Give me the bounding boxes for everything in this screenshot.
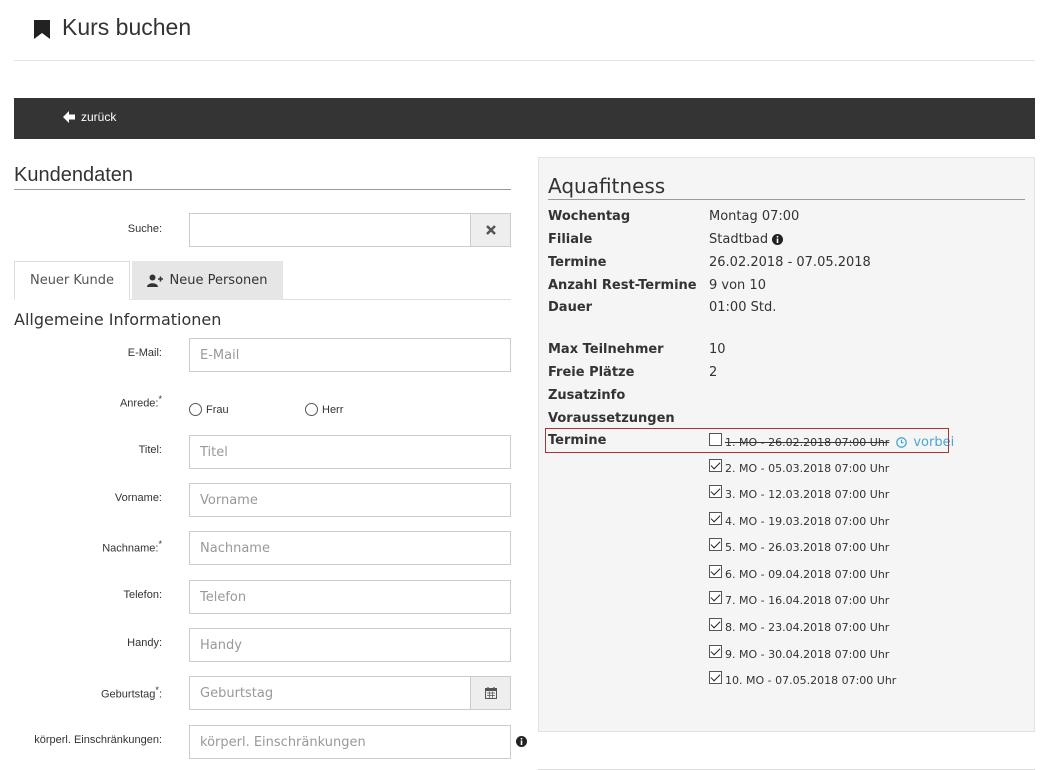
back-button-label: zurück [81, 110, 117, 124]
page-title: Kurs buchen [62, 14, 192, 40]
termin-text: 7. MO - 16.04.2018 07:00 Uhr [725, 594, 890, 607]
anrede-label: Anrede:* [119, 394, 162, 410]
termin-text: 10. MO - 07.05.2018 07:00 Uhr [725, 674, 897, 687]
termin-checkbox[interactable] [709, 645, 722, 658]
clear-search-button[interactable] [470, 213, 511, 247]
termin-checkbox[interactable] [709, 591, 722, 604]
termin-checkbox[interactable] [709, 565, 722, 578]
detail-value-wochentag: Montag 07:00 [709, 209, 800, 224]
termin-text: 3. MO - 12.03.2018 07:00 Uhr [725, 488, 890, 501]
info-circle-icon[interactable] [516, 736, 527, 747]
email-label: E-Mail: [127, 347, 162, 359]
einschraenkungen-field[interactable] [189, 725, 511, 759]
tab-neuer-kunde-label: Neuer Kunde [29, 273, 115, 288]
times-icon [485, 225, 496, 235]
filiale-name: Stadtbad [709, 232, 769, 247]
termin-item[interactable]: 6. MO - 09.04.2018 07:00 Uhr [709, 565, 890, 581]
detail-label-filiale: Filiale [548, 232, 593, 247]
tab-neue-personen-label: Neue Personen [169, 273, 268, 288]
telefon-label: Telefon: [123, 589, 162, 601]
termin-item[interactable]: 5. MO - 26.03.2018 07:00 Uhr [709, 538, 890, 554]
detail-label-rest-termine: Anzahl Rest-Termine [548, 278, 697, 293]
course-title: Aquafitness [548, 174, 1025, 200]
calendar-icon [484, 687, 497, 699]
termin-item[interactable]: 8. MO - 23.04.2018 07:00 Uhr [709, 618, 890, 634]
termin-item[interactable]: 3. MO - 12.03.2018 07:00 Uhr [709, 485, 890, 501]
nachname-label: Nachname:* [102, 539, 162, 555]
tab-neuer-kunde[interactable]: Neuer Kunde [14, 261, 130, 300]
past-termin-highlight [545, 428, 949, 453]
termin-text: 2. MO - 05.03.2018 07:00 Uhr [725, 462, 890, 475]
detail-label-dauer: Dauer [548, 300, 593, 315]
detail-label-wochentag: Wochentag [548, 209, 631, 224]
search-input[interactable] [189, 213, 471, 247]
calendar-button[interactable] [470, 676, 511, 710]
detail-label-freie-plaetze: Freie Plätze [548, 365, 635, 380]
radio-herr[interactable]: Herr [305, 403, 343, 416]
tab-neue-personen[interactable]: Neue Personen [132, 261, 283, 300]
detail-value-dauer: 01:00 Std. [709, 300, 777, 315]
nachname-field[interactable] [189, 531, 511, 565]
radio-herr-circle[interactable] [305, 403, 318, 416]
titel-label: Titel: [138, 444, 162, 456]
handy-field[interactable] [189, 628, 511, 662]
titel-field[interactable] [189, 435, 511, 469]
termin-checkbox[interactable] [709, 512, 722, 525]
termin-text: 5. MO - 26.03.2018 07:00 Uhr [725, 541, 890, 554]
arrow-left-icon [63, 111, 75, 123]
detail-value-freie-plaetze: 2 [709, 365, 718, 380]
vorname-label: Vorname: [114, 492, 162, 504]
termin-text: 8. MO - 23.04.2018 07:00 Uhr [725, 621, 890, 634]
email-field[interactable] [189, 338, 511, 372]
vorname-field[interactable] [189, 483, 511, 517]
termin-text: 4. MO - 19.03.2018 07:00 Uhr [725, 515, 890, 528]
detail-value-rest-termine: 9 von 10 [709, 278, 766, 293]
handy-label: Handy: [127, 637, 162, 649]
radio-frau-circle[interactable] [189, 403, 202, 416]
termin-item[interactable]: 4. MO - 19.03.2018 07:00 Uhr [709, 512, 890, 528]
info-circle-icon[interactable] [772, 234, 784, 245]
detail-label-max-teilnehmer: Max Teilnehmer [548, 342, 664, 357]
toolbar: zurück [14, 98, 1035, 139]
termin-item[interactable]: 10. MO - 07.05.2018 07:00 Uhr [709, 671, 897, 687]
radio-herr-label: Herr [322, 403, 344, 416]
detail-label-voraussetzungen: Voraussetzungen [548, 411, 675, 426]
geburtstag-field[interactable] [189, 676, 471, 710]
termin-item[interactable]: 2. MO - 05.03.2018 07:00 Uhr [709, 459, 890, 475]
termin-checkbox[interactable] [709, 459, 722, 472]
customer-tabs: Neuer Kunde Neue Personen [14, 261, 511, 300]
termin-item[interactable]: 9. MO - 30.04.2018 07:00 Uhr [709, 645, 890, 661]
detail-label-termine: Termine [548, 255, 607, 270]
back-button[interactable]: zurück [62, 110, 116, 124]
telefon-field[interactable] [189, 580, 511, 614]
user-plus-icon [147, 274, 164, 287]
customer-section-title: Kundendaten [14, 164, 511, 190]
termin-checkbox[interactable] [709, 485, 722, 498]
termin-item[interactable]: 7. MO - 16.04.2018 07:00 Uhr [709, 591, 890, 607]
geburtstag-label: Geburtstag*: [101, 685, 162, 701]
termin-checkbox[interactable] [709, 671, 722, 684]
termin-text: 6. MO - 09.04.2018 07:00 Uhr [725, 568, 890, 581]
radio-frau-label: Frau [206, 403, 229, 416]
detail-value-termine: 26.02.2018 - 07.05.2018 [709, 255, 871, 270]
search-label: Suche: [127, 223, 162, 235]
general-info-title: Allgemeine Informationen [14, 310, 222, 329]
termin-text: 9. MO - 30.04.2018 07:00 Uhr [725, 648, 890, 661]
einschraenkungen-label: körperl. Einschränkungen: [34, 734, 162, 746]
detail-value-filiale: Stadtbad [709, 232, 784, 247]
page-header: Kurs buchen [14, 0, 1035, 61]
termin-checkbox[interactable] [709, 538, 722, 551]
termin-checkbox[interactable] [709, 618, 722, 631]
detail-label-zusatzinfo: Zusatzinfo [548, 388, 626, 403]
bookmark-icon [34, 20, 50, 39]
radio-frau[interactable]: Frau [189, 403, 229, 416]
detail-value-max-teilnehmer: 10 [709, 342, 726, 357]
